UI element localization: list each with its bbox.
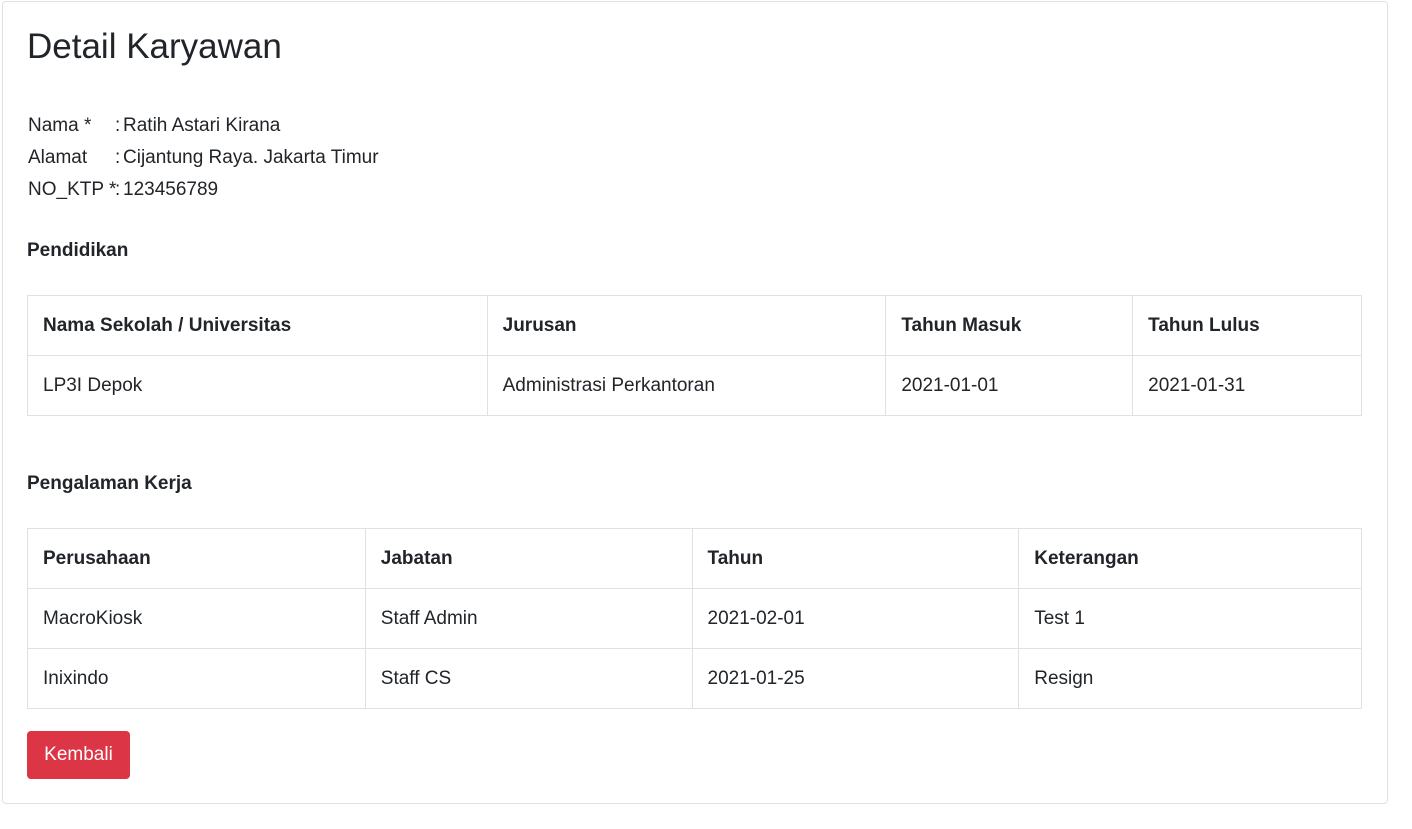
info-value: 123456789 <box>123 179 219 200</box>
table-cell: 2021-01-01 <box>885 355 1134 416</box>
back-button[interactable]: Kembali <box>27 731 130 779</box>
info-separator: : <box>115 179 121 200</box>
info-value: Cijantung Raya. Jakarta Timur <box>123 147 379 168</box>
table-header-row: Perusahaan Jabatan Tahun Keterangan <box>27 528 1362 589</box>
table-cell: LP3I Depok <box>27 355 488 416</box>
column-header: Tahun <box>691 528 1020 589</box>
info-row-no-ktp: NO_KTP * : 123456789 <box>28 174 379 206</box>
table-cell: 2021-01-25 <box>691 648 1020 709</box>
table-cell: Administrasi Perkantoran <box>486 355 887 416</box>
column-header: Jabatan <box>364 528 693 589</box>
info-row-alamat: Alamat : Cijantung Raya. Jakarta Timur <box>28 142 379 174</box>
column-header: Perusahaan <box>27 528 366 589</box>
education-section-title: Pendidikan <box>27 240 129 261</box>
table-row: LP3I Depok Administrasi Perkantoran 2021… <box>27 355 1362 416</box>
education-table: Nama Sekolah / Universitas Jurusan Tahun… <box>27 295 1362 416</box>
table-cell: Staff CS <box>364 648 693 709</box>
info-separator: : <box>115 115 121 136</box>
table-cell: 2021-01-31 <box>1132 355 1362 416</box>
info-label: NO_KTP * <box>28 179 117 200</box>
table-cell: MacroKiosk <box>27 588 366 649</box>
experience-section-title: Pengalaman Kerja <box>27 473 192 494</box>
table-cell: Staff Admin <box>364 588 693 649</box>
column-header: Tahun Lulus <box>1132 295 1362 356</box>
column-header: Keterangan <box>1018 528 1362 589</box>
table-cell: 2021-02-01 <box>691 588 1020 649</box>
info-value: Ratih Astari Kirana <box>123 115 281 136</box>
page-title: Detail Karyawan <box>27 27 282 66</box>
column-header: Jurusan <box>486 295 887 356</box>
table-cell: Test 1 <box>1018 588 1362 649</box>
experience-table: Perusahaan Jabatan Tahun Keterangan Macr… <box>27 528 1362 709</box>
column-header: Tahun Masuk <box>885 295 1134 356</box>
employee-info: Nama * : Ratih Astari Kirana Alamat : Ci… <box>28 110 379 206</box>
table-cell: Resign <box>1018 648 1362 709</box>
column-header: Nama Sekolah / Universitas <box>27 295 488 356</box>
table-row: MacroKiosk Staff Admin 2021-02-01 Test 1 <box>27 588 1362 649</box>
info-separator: : <box>115 147 121 168</box>
table-header-row: Nama Sekolah / Universitas Jurusan Tahun… <box>27 295 1362 356</box>
info-row-nama: Nama * : Ratih Astari Kirana <box>28 110 379 142</box>
table-row: Inixindo Staff CS 2021-01-25 Resign <box>27 648 1362 709</box>
info-label: Alamat <box>28 147 88 168</box>
info-label: Nama * <box>28 115 92 136</box>
table-cell: Inixindo <box>27 648 366 709</box>
